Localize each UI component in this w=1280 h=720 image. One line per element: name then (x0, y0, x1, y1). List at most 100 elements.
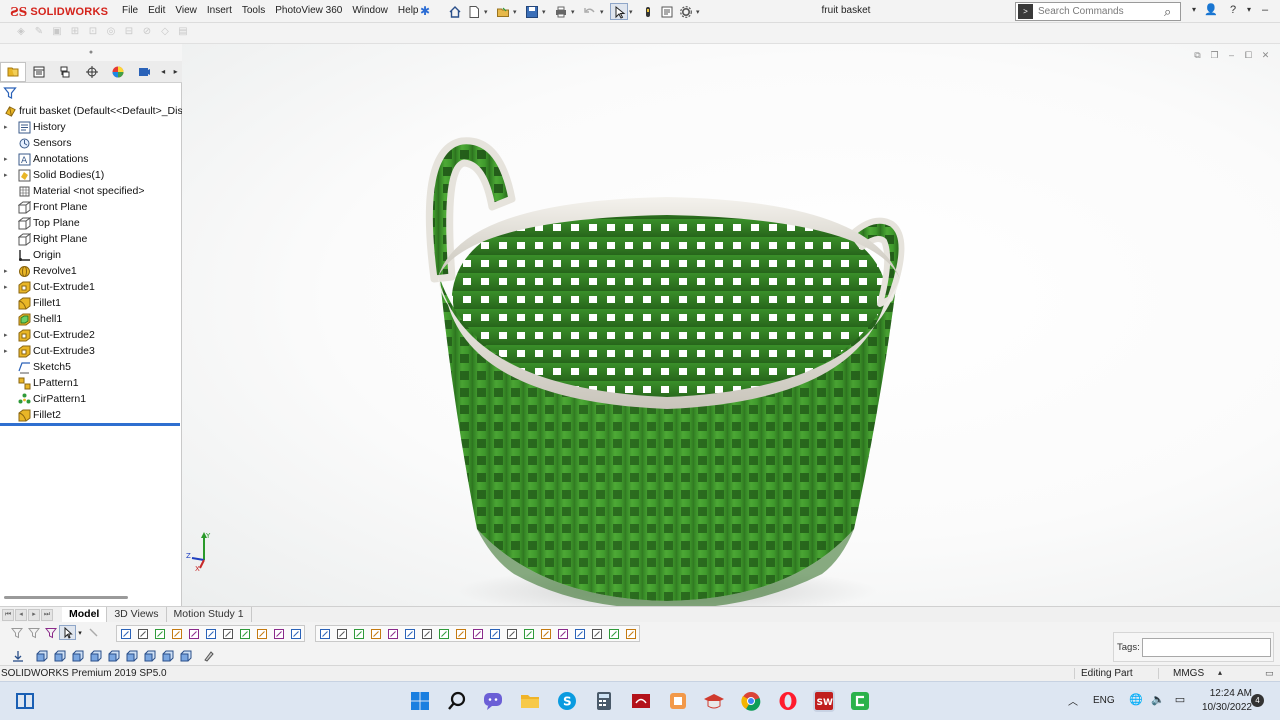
display-tool-14-icon[interactable] (537, 626, 554, 641)
opera-icon[interactable] (777, 690, 799, 712)
language-indicator[interactable]: ENG (1093, 695, 1115, 706)
selection-filter-7-icon[interactable] (219, 626, 236, 641)
tool-7-icon[interactable]: ⊟ (120, 26, 138, 41)
display-tool-18-icon[interactable] (605, 626, 622, 641)
print-icon[interactable] (552, 3, 570, 20)
expand-arrow-icon[interactable]: ▸ (4, 331, 12, 339)
tabs-right-arrow-icon[interactable]: ▸ (169, 67, 182, 76)
back-view-icon[interactable] (52, 648, 67, 663)
open-folder-icon[interactable] (494, 3, 512, 20)
selection-filter-5-icon[interactable] (185, 626, 202, 641)
displaymanager-tab[interactable] (105, 62, 131, 82)
normal-to-icon[interactable] (10, 648, 25, 663)
clock[interactable]: 12:24 AM 10/30/2022 (1190, 687, 1252, 715)
file-properties-icon[interactable] (658, 3, 676, 20)
configurationmanager-tab[interactable] (52, 62, 78, 82)
rollback-bar[interactable] (0, 423, 180, 426)
right-view-icon[interactable] (88, 648, 103, 663)
selection-filter-9-icon[interactable] (253, 626, 270, 641)
tree-item[interactable]: ▸ Cut-Extrude1 (0, 279, 182, 295)
selection-dropdown-icon[interactable]: ▾ (76, 625, 84, 640)
selection-filter-8-icon[interactable] (236, 626, 253, 641)
expand-arrow-icon[interactable]: ▸ (4, 347, 12, 355)
selection-filter-4-icon[interactable] (168, 626, 185, 641)
horizontal-scrollbar[interactable] (4, 596, 128, 599)
tree-item[interactable]: ▸ Solid Bodies(1) (0, 167, 182, 183)
menu-photoview[interactable]: PhotoView 360 (270, 5, 347, 16)
units-dropdown-icon[interactable]: ▴ (1218, 668, 1222, 677)
tree-item[interactable]: CirPattern1 (0, 391, 182, 407)
tree-item[interactable]: Fillet2 (0, 407, 182, 423)
edit-appearance-icon[interactable] (201, 648, 216, 663)
menu-tools[interactable]: Tools (237, 5, 270, 16)
display-tool-19-icon[interactable] (622, 626, 639, 641)
selection-filter-2-icon[interactable] (134, 626, 151, 641)
expand-arrow-icon[interactable]: ▸ (4, 123, 12, 131)
tree-item[interactable]: ▸ Revolve1 (0, 263, 182, 279)
selection-filter-11-icon[interactable] (287, 626, 304, 641)
dimxpertmanager-tab[interactable] (78, 62, 104, 82)
options-dropdown-icon[interactable]: ▾ (696, 8, 702, 16)
options-gear-icon[interactable] (677, 3, 695, 20)
search-commands-field[interactable]: > Search Commands ⌕ (1015, 2, 1181, 21)
tray-overflow-icon[interactable]: ︿ (1068, 693, 1078, 708)
filter-faces-icon[interactable] (25, 625, 42, 640)
display-tool-6-icon[interactable] (401, 626, 418, 641)
viewport-minimize-icon[interactable]: – (1223, 50, 1240, 61)
tree-item[interactable]: ▸ A Annotations (0, 151, 182, 167)
skype-icon[interactable]: S (556, 690, 578, 712)
rebuild-icon[interactable] (639, 3, 657, 20)
tab-motion-study[interactable]: Motion Study 1 (167, 607, 252, 622)
select-dropdown-icon[interactable]: ▾ (629, 8, 635, 16)
tool-4-icon[interactable]: ⊞ (66, 26, 84, 41)
filter-toolbar-icon[interactable] (8, 625, 25, 640)
viewport-maximize-icon[interactable]: ⧠ (1240, 50, 1257, 61)
fruit-basket-model[interactable] (422, 129, 922, 606)
office-app-icon[interactable] (667, 690, 689, 712)
new-document-icon[interactable] (465, 3, 483, 20)
isometric-view-icon[interactable] (142, 648, 157, 663)
tree-item[interactable]: Shell1 (0, 311, 182, 327)
clear-selection-icon[interactable] (84, 625, 101, 640)
tree-item[interactable]: LPattern1 (0, 375, 182, 391)
calculator-icon[interactable] (593, 690, 615, 712)
task-view-icon[interactable] (14, 690, 36, 712)
display-tool-13-icon[interactable] (520, 626, 537, 641)
chrome-icon[interactable] (740, 690, 762, 712)
solidworks-logo[interactable]: ƧS SOLIDWORKS (10, 4, 108, 20)
display-tool-9-icon[interactable] (452, 626, 469, 641)
tool-1-icon[interactable]: ◈ (12, 26, 30, 41)
tree-item[interactable]: Sketch5 (0, 359, 182, 375)
volume-icon[interactable]: 🔈 (1147, 693, 1169, 706)
display-tool-4-icon[interactable] (367, 626, 384, 641)
propertymanager-tab[interactable] (26, 62, 52, 82)
message-icon[interactable]: ▭ (1265, 668, 1274, 679)
expand-arrow-icon[interactable]: ▸ (4, 171, 12, 179)
user-icon[interactable]: 👤 (1200, 3, 1222, 16)
display-tool-5-icon[interactable] (384, 626, 401, 641)
undo-dropdown-icon[interactable]: ▾ (600, 8, 606, 16)
expand-arrow-icon[interactable]: ▸ (4, 283, 12, 291)
select-icon[interactable] (610, 3, 628, 20)
dimetric-view-icon[interactable] (178, 648, 193, 663)
cam-tab[interactable] (131, 62, 157, 82)
tool-2-icon[interactable]: ✎ (30, 26, 48, 41)
next-tab-icon[interactable]: ▸ (28, 608, 40, 621)
menu-help[interactable]: Help (393, 5, 424, 16)
open-dropdown-icon[interactable]: ▾ (513, 8, 519, 16)
selection-filter-10-icon[interactable] (270, 626, 287, 641)
display-tool-1-icon[interactable] (316, 626, 333, 641)
trimetric-view-icon[interactable] (160, 648, 175, 663)
home-icon[interactable] (446, 3, 464, 20)
tree-item[interactable]: Top Plane (0, 215, 182, 231)
menu-insert[interactable]: Insert (202, 5, 237, 16)
front-view-icon[interactable] (34, 648, 49, 663)
tree-item[interactable]: ▸ Cut-Extrude3 (0, 343, 182, 359)
video-app-icon[interactable] (630, 690, 652, 712)
tool-5-icon[interactable]: ⊡ (84, 26, 102, 41)
new-dropdown-icon[interactable]: ▾ (484, 8, 490, 16)
tool-9-icon[interactable]: ◇ (156, 26, 174, 41)
graphics-area[interactable]: ⧉ ❐ – ⧠ ✕ Z Y X (182, 44, 1280, 606)
help-dropdown-icon[interactable]: ▾ (1244, 5, 1254, 14)
solidworks-taskbar-icon[interactable]: SW (813, 690, 835, 712)
